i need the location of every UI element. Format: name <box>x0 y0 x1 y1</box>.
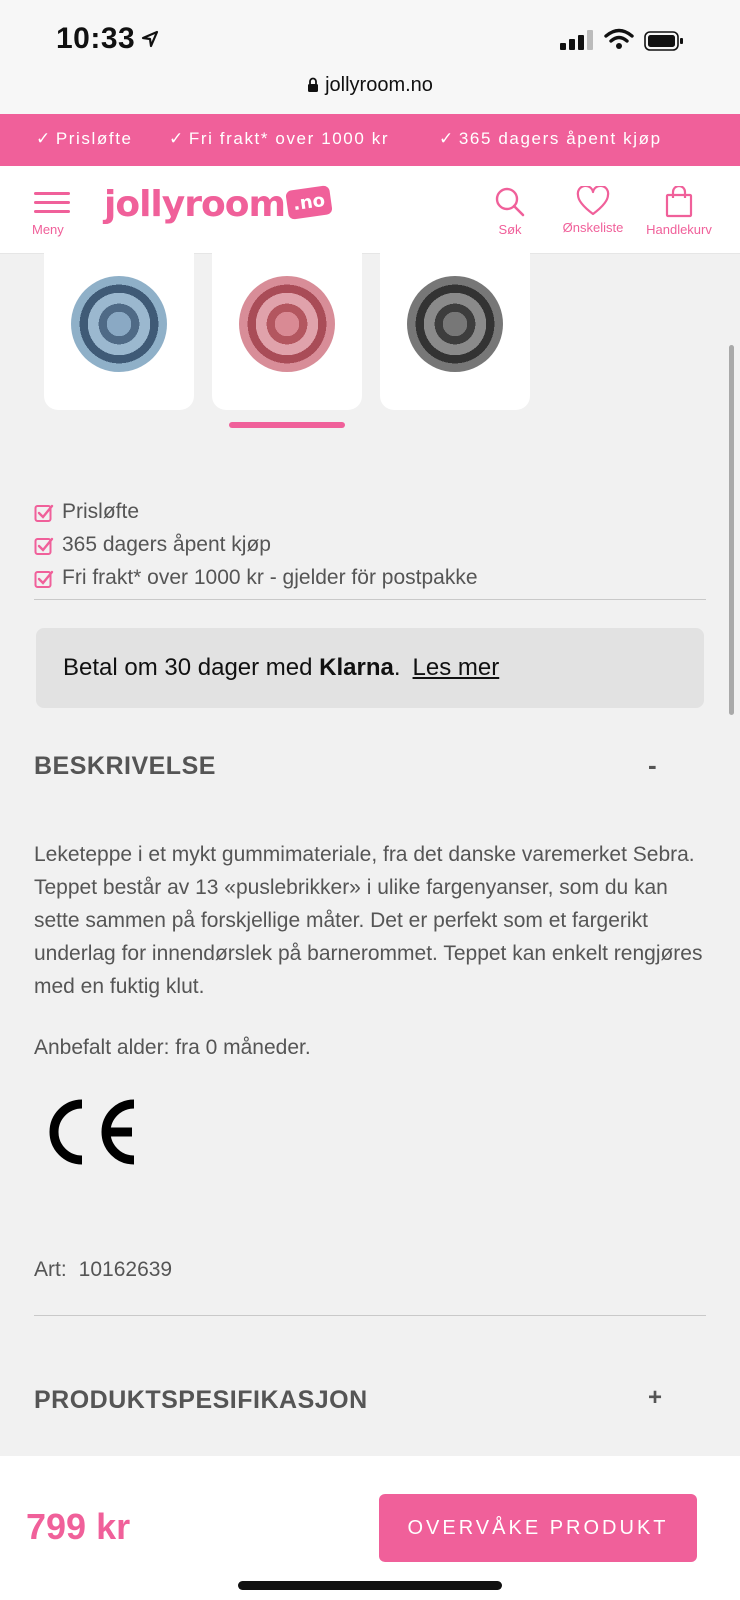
usp-item: 365 dagers åpent kjøp <box>34 533 706 566</box>
klarna-banner: Betal om 30 dager med Klarna. Les mer <box>36 628 704 708</box>
url-text: jollyroom.no <box>325 74 433 96</box>
lock-icon <box>308 77 319 92</box>
usp-item: Prisløfte <box>34 500 706 533</box>
check-icon: ✓ <box>439 129 455 148</box>
divider <box>34 1315 706 1316</box>
divider <box>34 599 706 600</box>
home-indicator[interactable] <box>238 1581 502 1590</box>
promo-bar: ✓ Prisløfte ✓ Fri frakt* over 1000 kr ✓ 365… <box>0 114 740 166</box>
ce-mark-icon: CE <box>49 1099 135 1165</box>
site-header: Meny jollyroom .no Søk Ønskeliste Handlek… <box>0 166 740 254</box>
logo[interactable]: jollyroom .no <box>104 184 333 225</box>
address-bar[interactable]: jollyroom.no <box>0 74 740 97</box>
active-thumbnail-indicator <box>229 422 345 428</box>
status-time: 10:33 <box>56 22 136 55</box>
usp-list: Prisløfte 365 dagers åpent kjøp Fri frak… <box>34 500 706 599</box>
usp-item: Fri frakt* over 1000 kr - gjelder för po… <box>34 566 706 599</box>
hamburger-icon <box>34 192 70 195</box>
description-collapse-toggle[interactable]: - <box>648 750 657 781</box>
battery-icon <box>644 31 683 51</box>
location-arrow-icon <box>141 30 159 48</box>
search-icon <box>495 187 525 217</box>
thumbnail-grey[interactable] <box>380 250 530 410</box>
status-bar: 10:33 jollyroom.no <box>0 0 740 114</box>
article-number: Art: 10162639 <box>34 1258 173 1281</box>
wishlist-button[interactable]: Ønskeliste <box>560 186 626 235</box>
product-image-blue <box>71 276 167 372</box>
recommended-age: Anbefalt alder: fra 0 måneder. <box>34 1036 311 1059</box>
menu-label: Meny <box>32 222 64 237</box>
klarna-brand: Klarna <box>319 654 394 681</box>
checkbox-icon <box>34 504 54 522</box>
cart-button[interactable]: Handlekurv <box>642 186 716 237</box>
promo-item-open-purchase: ✓ 365 dagers åpent kjøp <box>439 129 662 148</box>
heart-icon <box>576 186 610 216</box>
specification-title[interactable]: PRODUKTSPESIFIKASJON <box>34 1386 368 1415</box>
menu-button[interactable]: Meny <box>32 192 70 237</box>
promo-item-price-promise: ✓ Prisløfte <box>36 129 133 148</box>
thumbnail-blue[interactable] <box>44 250 194 410</box>
wifi-icon <box>604 28 634 49</box>
signal-icon <box>560 30 593 50</box>
checkbox-icon <box>34 570 54 588</box>
sticky-purchase-bar: 799 kr OVERVÅKE PRODUKT <box>0 1456 740 1600</box>
thumbnail-pink[interactable] <box>212 250 362 410</box>
description-title[interactable]: BESKRIVELSE <box>34 752 216 781</box>
description-body: Leketeppe i et mykt gummimateriale, fra … <box>34 843 703 998</box>
product-image-pink <box>239 276 335 372</box>
watch-product-button[interactable]: OVERVÅKE PRODUKT <box>379 1494 697 1562</box>
specification-expand-toggle[interactable]: + <box>648 1384 662 1412</box>
shopping-bag-icon <box>665 186 693 218</box>
color-thumbnails <box>0 250 740 434</box>
product-image-grey <box>407 276 503 372</box>
scrollbar[interactable] <box>729 345 734 715</box>
klarna-read-more-link[interactable]: Les mer <box>413 654 500 681</box>
product-price: 799 kr <box>26 1506 131 1547</box>
check-icon: ✓ <box>36 129 52 148</box>
check-icon: ✓ <box>169 129 185 148</box>
checkbox-icon <box>34 537 54 555</box>
promo-item-free-shipping: ✓ Fri frakt* over 1000 kr <box>169 129 390 148</box>
search-button[interactable]: Søk <box>492 186 528 237</box>
